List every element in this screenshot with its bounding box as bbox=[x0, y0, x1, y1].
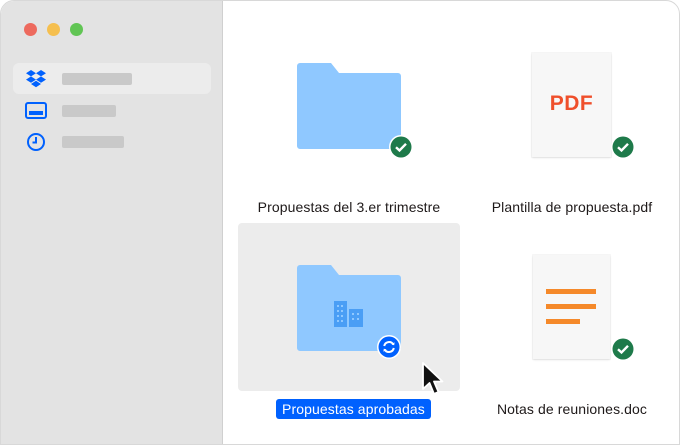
sidebar-item-label bbox=[62, 105, 116, 117]
synced-check-icon bbox=[389, 135, 413, 159]
file-name: Notas de reuniones.doc bbox=[496, 401, 648, 417]
file-name-selected: Propuestas aprobadas bbox=[276, 399, 431, 419]
synced-check-icon bbox=[611, 337, 635, 361]
sidebar bbox=[1, 1, 223, 444]
document-lines-icon bbox=[546, 289, 596, 324]
synced-check-icon bbox=[611, 135, 635, 159]
file-name: Propuestas del 3.er trimestre bbox=[257, 199, 441, 215]
recents-icon bbox=[27, 133, 45, 151]
dropbox-icon bbox=[26, 70, 46, 88]
zoom-window-button[interactable] bbox=[70, 23, 83, 36]
pdf-thumbnail: PDF bbox=[532, 53, 611, 157]
sidebar-item-recents[interactable] bbox=[13, 126, 211, 157]
minimize-window-button[interactable] bbox=[47, 23, 60, 36]
mouse-cursor-icon bbox=[422, 362, 444, 395]
sidebar-item-photos[interactable] bbox=[13, 95, 211, 126]
app-window: Propuestas del 3.er trimestre PDF Planti… bbox=[0, 0, 680, 445]
photos-icon bbox=[25, 102, 47, 119]
sidebar-item-label bbox=[62, 73, 132, 85]
file-name: Plantilla de propuesta.pdf bbox=[491, 199, 653, 215]
sidebar-item-dropbox[interactable] bbox=[13, 63, 211, 94]
doc-thumbnail bbox=[533, 255, 610, 359]
folder-icon bbox=[297, 63, 401, 149]
syncing-icon bbox=[377, 335, 401, 359]
sidebar-item-label bbox=[62, 136, 124, 148]
pdf-label: PDF bbox=[549, 92, 594, 115]
close-window-button[interactable] bbox=[24, 23, 37, 36]
